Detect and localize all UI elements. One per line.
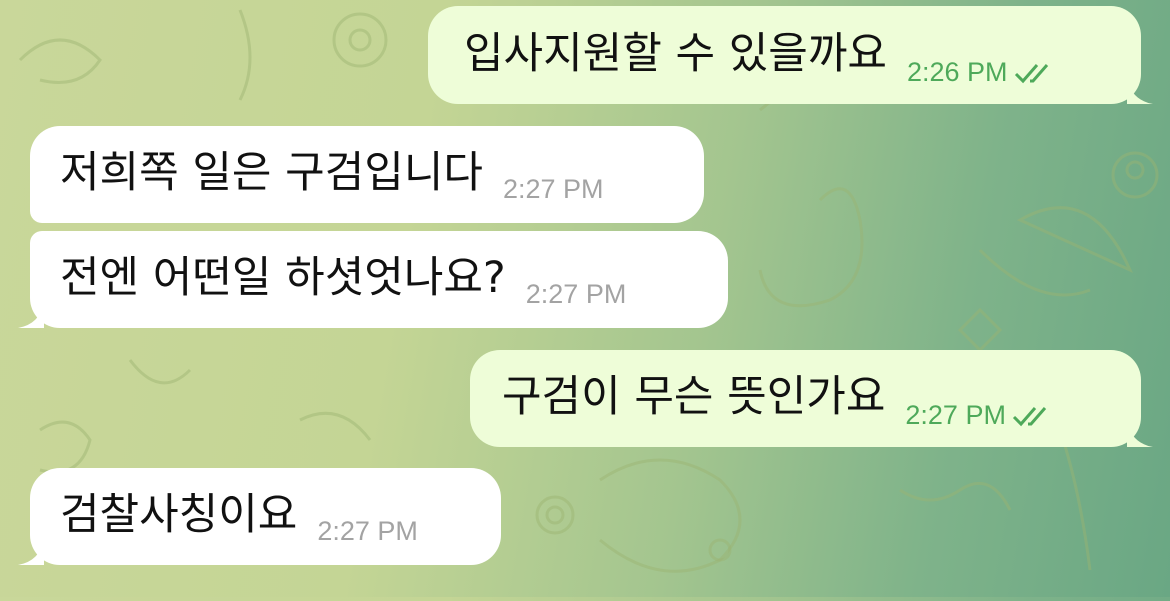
message-meta: 2:26 PM	[907, 57, 1056, 88]
double-check-icon	[1012, 406, 1047, 426]
message-time: 2:27 PM	[317, 516, 418, 546]
message-time: 2:27 PM	[502, 174, 604, 204]
message-text: 검찰사칭이요	[60, 490, 298, 540]
message-bubble-incoming[interactable]: 전엔 어떤일 하셧엇나요? 2:27 PM	[18, 231, 728, 328]
bubble-tail	[18, 302, 44, 328]
message-bubble-incoming[interactable]: 검찰사칭이요 2:27 PM	[18, 468, 501, 565]
message-meta: 2:27 PM	[526, 279, 627, 310]
double-check-icon	[1014, 63, 1048, 83]
bubble-tail	[1127, 78, 1153, 104]
message-text: 저희쪽 일은 구검입니다	[60, 148, 483, 198]
bubble-tail	[1127, 421, 1153, 447]
bubble-tail	[18, 539, 44, 565]
message-text: 구검이 무슨 뜻인가요	[502, 372, 886, 422]
message-time: 2:26 PM	[906, 57, 1008, 87]
message-bubble-outgoing[interactable]: 구검이 무슨 뜻인가요 2:27 PM	[470, 350, 1153, 447]
message-bubble-outgoing[interactable]: 입사지원할 수 있을까요 2:26 PM	[428, 6, 1153, 104]
message-meta: 2:27 PM	[503, 174, 604, 205]
message-text: 입사지원할 수 있을까요	[464, 29, 887, 79]
message-bubble-incoming[interactable]: 저희쪽 일은 구검입니다 2:27 PM	[30, 126, 704, 223]
message-time: 2:27 PM	[905, 400, 1006, 430]
message-time: 2:27 PM	[525, 279, 627, 309]
message-meta: 2:27 PM	[905, 400, 1054, 431]
message-meta: 2:27 PM	[317, 516, 418, 547]
message-text: 전엔 어떤일 하셧엇나요?	[60, 253, 506, 303]
